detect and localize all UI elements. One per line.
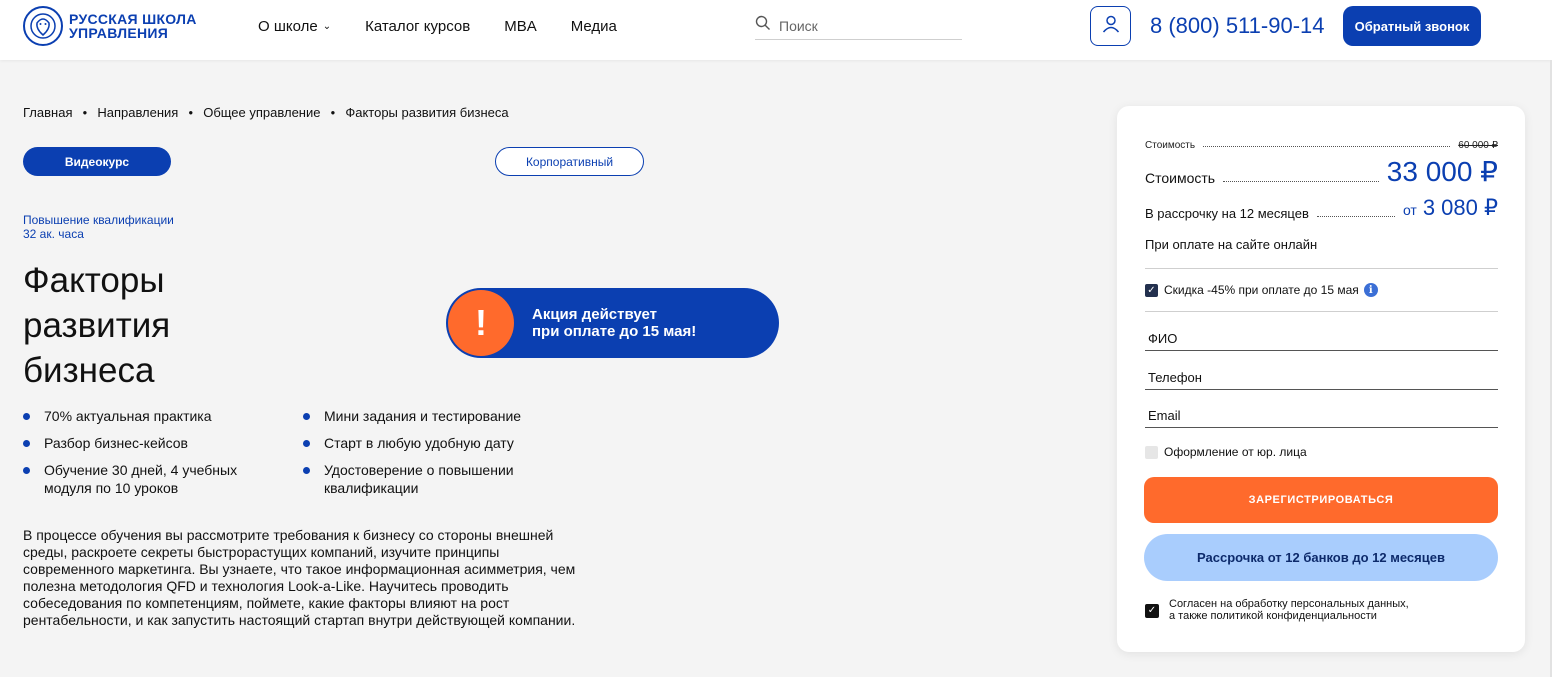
fio-input[interactable] <box>1148 331 1498 346</box>
nav-item-mba[interactable]: MBA <box>504 18 537 35</box>
breadcrumb-separator: ● <box>188 108 194 117</box>
old-price-label: Стоимость <box>1145 140 1196 151</box>
nav-item-label: О школе <box>258 18 318 35</box>
course-description: В процессе обучения вы рассмотрите требо… <box>23 527 576 628</box>
feature-text: Обучение 30 дней, 4 учебных модуля по 10… <box>44 462 238 496</box>
corporate-tag[interactable]: Корпоративный <box>495 147 644 176</box>
bullet-icon <box>303 467 310 474</box>
fio-field <box>1145 331 1498 351</box>
feature-text: Удостоверение о повышении квалификации <box>324 462 514 496</box>
feature-text: Старт в любую удобную дату <box>324 435 514 451</box>
phone-number[interactable]: 8 (800) 511-90-14 <box>1150 13 1325 39</box>
logo-line-2: УПРАВЛЕНИЯ <box>69 25 169 41</box>
consent-text-line-2: а также политикой конфиденциальности <box>1169 610 1377 622</box>
consent-text-line-1: Согласен на обработку персональных данны… <box>1169 598 1409 610</box>
exclamation-icon: ! <box>448 290 514 356</box>
old-price-value: 60 000 ₽ <box>1458 140 1498 151</box>
nav-item-label: Медиа <box>570 18 617 35</box>
search-box <box>755 12 962 40</box>
site-header: РУССКАЯ ШКОЛА УПРАВЛЕНИЯ О школе ⌄ Катал… <box>0 0 1552 60</box>
features-list: 70% актуальная практика Мини задания и т… <box>23 407 583 497</box>
breadcrumb-separator: ● <box>82 108 88 117</box>
register-button[interactable]: ЗАРЕГИСТРИРОВАТЬСЯ <box>1144 477 1498 523</box>
chevron-down-icon: ⌄ <box>322 21 332 32</box>
promo-banner: ! Акция действует при оплате до 15 мая! <box>446 288 779 358</box>
price-row: Стоимость 33 000 ₽ <box>1145 156 1498 187</box>
consent-option[interactable]: ✓ Согласен на обработку персональных дан… <box>1145 598 1409 622</box>
info-icon[interactable]: i <box>1363 283 1378 297</box>
installment-value: от 3 080 ₽ <box>1403 197 1498 221</box>
nav-item-media[interactable]: Медиа <box>571 18 617 35</box>
feature-text: Разбор бизнес-кейсов <box>44 435 188 451</box>
feature-text: 70% актуальная практика <box>44 408 212 424</box>
user-icon <box>1101 14 1121 39</box>
installment-amount: 3 080 ₽ <box>1422 195 1498 220</box>
discount-label: Скидка -45% при оплате до 15 мая <box>1164 283 1359 297</box>
price-value: 33 000 ₽ <box>1386 156 1498 187</box>
logo[interactable]: РУССКАЯ ШКОЛА УПРАВЛЕНИЯ <box>23 6 197 46</box>
discount-option[interactable]: ✓ Скидка -45% при оплате до 15 мая i <box>1145 283 1378 297</box>
breadcrumb-item-home[interactable]: Главная <box>23 105 72 120</box>
nav-item-label: MBA <box>504 18 537 35</box>
old-price-row: Стоимость 60 000 ₽ <box>1145 140 1498 151</box>
discount-checkbox[interactable]: ✓ <box>1145 283 1158 297</box>
consent-checkbox[interactable]: ✓ <box>1145 604 1159 618</box>
installment-label: В рассрочку на 12 месяцев <box>1145 206 1309 221</box>
bullet-icon <box>303 413 310 420</box>
online-payment-note: При оплате на сайте онлайн <box>1145 237 1318 252</box>
bullet-icon <box>23 467 30 474</box>
search-input[interactable] <box>779 17 949 34</box>
installment-prefix: от <box>1402 202 1417 218</box>
installment-button[interactable]: Рассрочка от 12 банков до 12 месяцев <box>1144 534 1498 581</box>
list-item: Мини задания и тестирование <box>303 407 583 425</box>
divider <box>1145 268 1498 269</box>
bullet-icon <box>23 440 30 447</box>
installment-row: В рассрочку на 12 месяцев от 3 080 ₽ <box>1145 197 1498 222</box>
nav-item-label: Каталог курсов <box>365 18 471 35</box>
bullet-icon <box>23 413 30 420</box>
bullet-icon <box>303 440 310 447</box>
list-item: Удостоверение о повышении квалификации <box>303 461 553 497</box>
nav-item-about[interactable]: О школе ⌄ <box>258 18 331 35</box>
list-item: Обучение 30 дней, 4 учебных модуля по 10… <box>23 461 263 497</box>
breadcrumb-item-management[interactable]: Общее управление <box>203 105 320 120</box>
nav-item-catalog[interactable]: Каталог курсов <box>365 18 470 35</box>
qualification-type: Повышение квалификации <box>23 213 174 227</box>
search-icon[interactable] <box>755 15 771 36</box>
registration-card: Стоимость 60 000 ₽ Стоимость 33 000 ₽ В … <box>1117 106 1525 652</box>
divider <box>1145 311 1498 312</box>
callback-button[interactable]: Обратный звонок <box>1343 6 1481 46</box>
breadcrumb-separator: ● <box>330 108 336 117</box>
price-label: Стоимость <box>1145 170 1216 186</box>
legal-entity-label: Оформление от юр. лица <box>1164 445 1307 459</box>
qualification-info: Повышение квалификации 32 ак. часа <box>23 213 174 241</box>
videocourse-tag[interactable]: Видеокурс <box>23 147 171 176</box>
phone-input[interactable] <box>1148 370 1498 385</box>
legal-entity-checkbox[interactable] <box>1145 445 1158 459</box>
list-item: Разбор бизнес-кейсов <box>23 434 303 452</box>
email-field <box>1145 408 1498 428</box>
phone-field <box>1145 370 1498 390</box>
qualification-hours: 32 ак. часа <box>23 227 84 241</box>
list-item: 70% актуальная практика <box>23 407 303 425</box>
feature-text: Мини задания и тестирование <box>324 408 522 424</box>
lion-logo-icon <box>23 6 63 46</box>
breadcrumb-item-directions[interactable]: Направления <box>97 105 178 120</box>
email-input[interactable] <box>1148 408 1498 423</box>
breadcrumb-item-current: Факторы развития бизнеса <box>345 105 509 120</box>
legal-entity-option[interactable]: Оформление от юр. лица <box>1145 445 1307 459</box>
logo-line-1: РУССКАЯ ШКОЛА <box>69 11 197 27</box>
list-item: Старт в любую удобную дату <box>303 434 583 452</box>
breadcrumb: Главная ● Направления ● Общее управление… <box>23 105 509 120</box>
page-title: Факторы развития бизнеса <box>23 261 171 390</box>
account-button[interactable] <box>1090 6 1131 46</box>
promo-text: Акция действует при оплате до 15 мая! <box>532 306 697 340</box>
main-nav: О школе ⌄ Каталог курсов MBA Медиа <box>258 18 651 35</box>
